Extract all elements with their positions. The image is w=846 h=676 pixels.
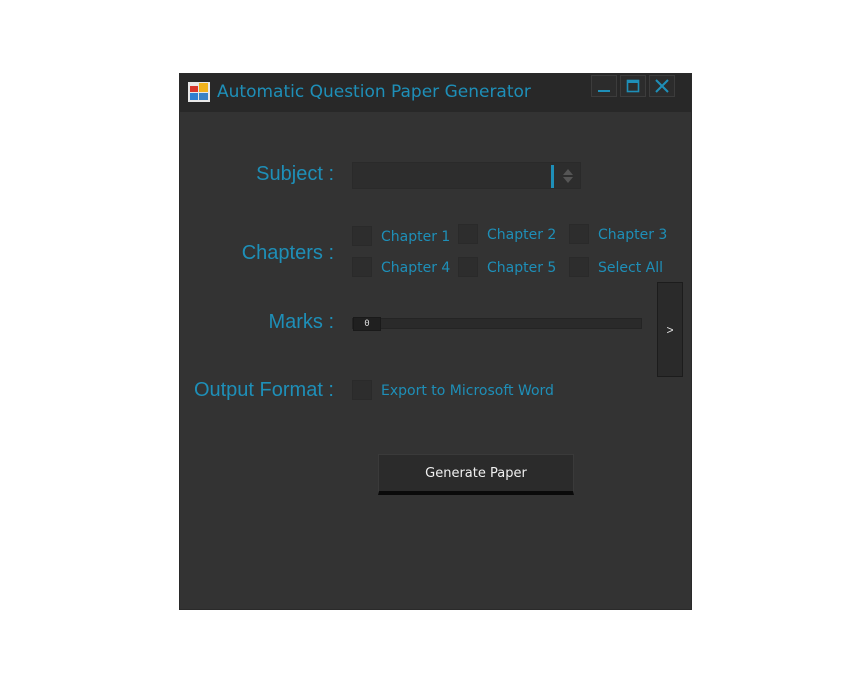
chapter-1-label[interactable]: Chapter 1 xyxy=(381,229,450,245)
chapters-label: Chapters : xyxy=(241,242,334,264)
subject-label: Subject : xyxy=(256,163,334,185)
select-all-label[interactable]: Select All xyxy=(598,260,663,276)
chapter-1-checkbox[interactable] xyxy=(352,226,372,246)
close-icon xyxy=(655,79,669,93)
select-all-checkbox[interactable] xyxy=(569,257,589,277)
chapter-5-checkbox[interactable] xyxy=(458,257,478,277)
close-button[interactable] xyxy=(649,75,675,97)
title-bar[interactable]: Automatic Question Paper Generator xyxy=(180,74,691,112)
marks-label: Marks : xyxy=(268,311,334,333)
chapter-5-label[interactable]: Chapter 5 xyxy=(487,260,556,276)
app-icon xyxy=(188,82,210,102)
subject-combobox[interactable] xyxy=(352,162,581,189)
next-button[interactable]: > xyxy=(657,282,683,377)
minimize-button[interactable] xyxy=(591,75,617,97)
text-caret xyxy=(551,165,554,188)
maximize-button[interactable] xyxy=(620,75,646,97)
app-window: Automatic Question Paper Generator Subje… xyxy=(179,73,692,610)
minimize-icon xyxy=(598,90,610,92)
export-word-label[interactable]: Export to Microsoft Word xyxy=(381,383,554,399)
chapter-4-label[interactable]: Chapter 4 xyxy=(381,260,450,276)
window-title: Automatic Question Paper Generator xyxy=(217,82,531,102)
chapter-3-checkbox[interactable] xyxy=(569,224,589,244)
chapter-4-checkbox[interactable] xyxy=(352,257,372,277)
export-word-checkbox[interactable] xyxy=(352,380,372,400)
maximize-icon xyxy=(626,79,640,93)
output-format-label: Output Format : xyxy=(193,379,334,401)
chapter-2-checkbox[interactable] xyxy=(458,224,478,244)
generate-paper-button[interactable]: Generate Paper xyxy=(378,454,574,495)
chapter-3-label[interactable]: Chapter 3 xyxy=(598,227,667,243)
marks-slider-track[interactable] xyxy=(352,318,642,329)
marks-slider-thumb[interactable]: 0 xyxy=(353,317,381,331)
spin-arrows-icon[interactable] xyxy=(559,165,577,187)
chapter-2-label[interactable]: Chapter 2 xyxy=(487,227,556,243)
